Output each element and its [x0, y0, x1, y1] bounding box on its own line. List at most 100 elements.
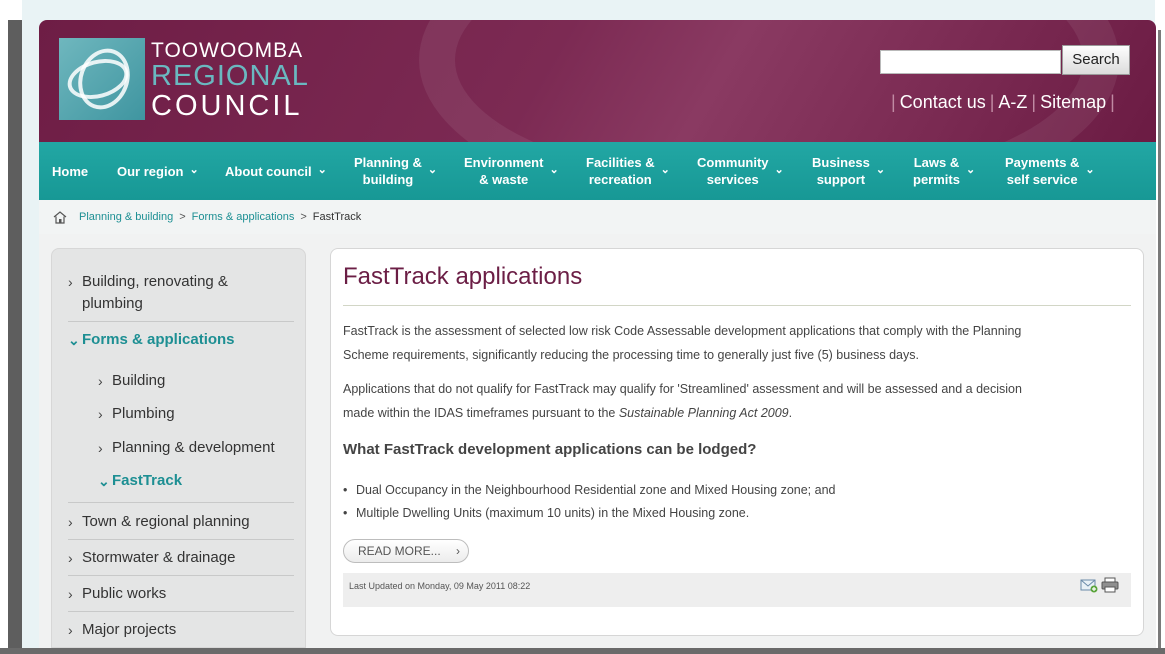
sidebar-item-label: Major projects [82, 621, 177, 638]
paragraph-line-end: . [788, 406, 793, 420]
chevron-down-icon: ⌄ [427, 163, 438, 176]
sidebar-item-label: FastTrack [112, 472, 183, 489]
home-icon[interactable] [53, 210, 67, 224]
search-button[interactable]: Search [1062, 45, 1130, 75]
chevron-down-icon: ⌄ [317, 163, 327, 176]
sidebar-item-label: Stormwater & drainage [82, 549, 236, 566]
header-decoration [419, 20, 1119, 142]
sidebar-item-label: Plumbing [112, 405, 175, 422]
chevron-right-icon: › [68, 274, 73, 290]
sidebar-item-plumbing[interactable]: › Plumbing [98, 403, 298, 425]
nav-payments-self-service[interactable]: Payments & self service ⌄ [1005, 142, 1095, 200]
sidebar-item-building[interactable]: › Building [98, 370, 298, 392]
site-header: TOOWOOMBA REGIONAL COUNCIL Search | Cont… [39, 20, 1156, 142]
nav-label-line1: Community [697, 155, 769, 170]
sidebar-divider [68, 539, 294, 540]
a-z-link[interactable]: A-Z [998, 92, 1027, 113]
sidebar-item-fasttrack[interactable]: ⌄ FastTrack [98, 470, 298, 492]
sidebar-item-building-renovating[interactable]: › Building, renovating & plumbing [68, 271, 296, 315]
breadcrumb-separator: > [300, 211, 307, 223]
sidebar-item-label: Forms & applications [82, 331, 235, 348]
chevron-down-icon: ⌄ [189, 163, 199, 176]
nav-about-council[interactable]: About council ⌄ [225, 142, 327, 200]
nav-planning-building[interactable]: Planning & building ⌄ [354, 142, 437, 200]
chevron-down-icon: ⌄ [774, 163, 784, 176]
article-footer: Last Updated on Monday, 09 May 2011 08:2… [343, 573, 1131, 607]
chevron-right-icon: › [98, 406, 103, 422]
nav-label-line1: Laws & [913, 155, 960, 170]
nav-environment-waste[interactable]: Environment & waste ⌄ [464, 142, 559, 200]
sidebar-item-label: plumbing [82, 295, 143, 312]
sidebar-divider [68, 502, 294, 503]
sidebar-item-label: Public works [82, 585, 167, 602]
window-frame-left-bar [8, 20, 22, 654]
chevron-right-icon: › [98, 440, 103, 456]
chevron-right-icon: › [68, 586, 73, 602]
contact-us-link[interactable]: Contact us [900, 92, 986, 113]
window-frame-bottom [0, 648, 1165, 654]
council-logo[interactable]: TOOWOOMBA REGIONAL COUNCIL [59, 38, 308, 121]
nav-home[interactable]: Home [52, 142, 88, 200]
nav-community-services[interactable]: Community services ⌄ [697, 142, 784, 200]
nav-our-region[interactable]: Our region ⌄ [117, 142, 199, 200]
main-nav: Home Our region ⌄ About council ⌄ Planning… [39, 142, 1156, 200]
sidebar-item-major-projects[interactable]: › Major projects [68, 619, 296, 641]
chevron-down-icon: ⌄ [549, 163, 559, 176]
nav-label: About council [225, 163, 312, 179]
chevron-right-icon: › [456, 544, 460, 558]
read-more-button[interactable]: READ MORE... › [343, 539, 469, 563]
chevron-right-icon: › [68, 550, 73, 566]
print-icon[interactable] [1101, 577, 1119, 593]
chevron-down-icon: ⌄ [68, 332, 80, 348]
bullet-icon: • [343, 483, 348, 497]
sidebar-item-stormwater-drainage[interactable]: › Stormwater & drainage [68, 547, 296, 569]
page-title: FastTrack applications [343, 263, 583, 290]
sidebar-item-public-works[interactable]: › Public works [68, 583, 296, 605]
nav-facilities-recreation[interactable]: Facilities & recreation ⌄ [586, 142, 670, 200]
act-name: Sustainable Planning Act 2009 [618, 406, 789, 420]
list-item-text: Multiple Dwelling Units (maximum 10 unit… [356, 506, 750, 520]
chevron-down-icon: ⌄ [660, 163, 670, 176]
nav-label-line1: Planning & [354, 155, 422, 170]
sidebar-item-town-regional-planning[interactable]: › Town & regional planning [68, 511, 296, 533]
logo-line-1: TOOWOOMBA [151, 39, 304, 62]
nav-label: Our region [117, 163, 184, 179]
chevron-right-icon: › [98, 373, 103, 389]
chevron-right-icon: › [68, 622, 73, 638]
nav-label-line2: self service [1006, 172, 1078, 187]
sidebar-item-forms-applications[interactable]: ⌄ Forms & applications [68, 329, 296, 351]
chevron-down-icon: ⌄ [875, 163, 886, 176]
nav-label-line2: & waste [479, 172, 529, 187]
logo-wordmark: TOOWOOMBA REGIONAL COUNCIL [151, 40, 309, 121]
util-separator: | [891, 91, 896, 112]
email-icon[interactable] [1080, 577, 1098, 593]
sidebar-divider [68, 611, 294, 612]
util-separator: | [1110, 91, 1115, 112]
util-separator: | [1031, 91, 1037, 112]
paragraph-line: made within the IDAS timeframes pursuant… [343, 406, 619, 420]
sitemap-link[interactable]: Sitemap [1040, 92, 1106, 113]
logo-line-3: COUNCIL [151, 90, 303, 122]
read-more-label: READ MORE... [358, 544, 441, 558]
breadcrumb-planning-building[interactable]: Planning & building [79, 211, 173, 223]
nav-label-line2: permits [913, 172, 960, 187]
article-paragraph-2: Applications that do not qualify for Fas… [343, 377, 1133, 425]
utility-links: | Contact us | A-Z | Sitemap | [887, 90, 1119, 114]
chevron-right-icon: › [68, 514, 73, 530]
list-item: • Dual Occupancy in the Neighbourhood Res… [343, 483, 835, 497]
search-input[interactable] [880, 50, 1061, 74]
paragraph-line: Scheme requirements, significantly reduc… [343, 348, 919, 362]
chevron-down-icon: ⌄ [965, 163, 976, 176]
sidebar-item-label: Planning & development [112, 439, 275, 456]
last-updated: Last Updated on Monday, 09 May 2011 08:2… [349, 581, 531, 591]
section-heading: What FastTrack development applications … [343, 441, 757, 458]
window-frame-right-bar [1158, 30, 1161, 654]
sidebar-item-planning-development[interactable]: › Planning & development [98, 437, 303, 459]
nav-business-support[interactable]: Business support ⌄ [812, 142, 885, 200]
sidebar-item-label: Town & regional planning [82, 513, 250, 530]
breadcrumb-current: FastTrack [312, 211, 362, 223]
nav-laws-permits[interactable]: Laws & permits ⌄ [913, 142, 975, 200]
paragraph-line: Applications that do not qualify for Fas… [343, 382, 1022, 396]
nav-label-line2: support [816, 172, 866, 187]
breadcrumb-forms-applications[interactable]: Forms & applications [192, 211, 295, 223]
